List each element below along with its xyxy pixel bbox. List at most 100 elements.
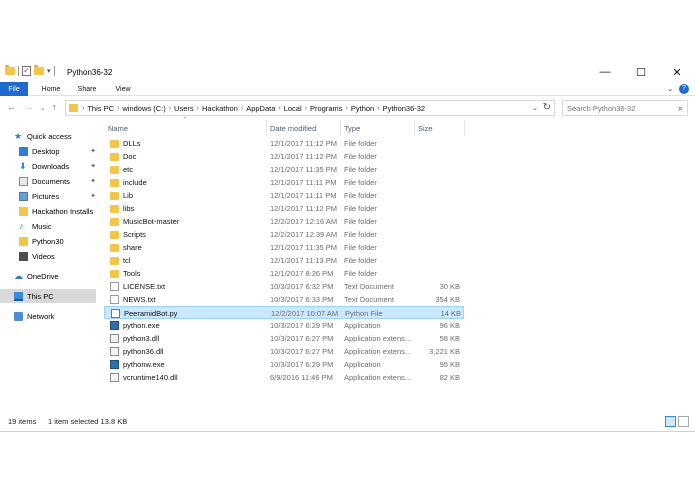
file-name: python3.dll	[123, 334, 160, 343]
file-row[interactable]: PeeramidBot.py 12/2/2017 10:07 AM Python F…	[104, 306, 464, 319]
pin-icon[interactable]: ✦	[90, 192, 96, 200]
sidebar-item-videos[interactable]: Videos	[19, 249, 96, 263]
dll-file-icon	[110, 347, 119, 356]
customize-toolbar-icon[interactable]: ▾	[47, 67, 51, 75]
large-icons-view-icon[interactable]	[678, 416, 689, 427]
properties-icon[interactable]: ✓	[22, 66, 31, 76]
breadcrumb-python[interactable]: Python	[351, 104, 374, 113]
file-row[interactable]: share 12/1/2017 11:35 PM File folder	[104, 241, 464, 254]
breadcrumb-local[interactable]: Local	[284, 104, 302, 113]
expand-ribbon-icon[interactable]: ⌄	[667, 85, 673, 93]
details-view-icon[interactable]	[665, 416, 676, 427]
column-header-date[interactable]: Date modified	[270, 120, 340, 136]
file-row[interactable]: python3.dll 10/3/2017 6:27 PM Application …	[104, 332, 464, 345]
recent-locations-icon[interactable]: ⌄	[40, 104, 46, 112]
tab-view[interactable]: View	[106, 82, 140, 96]
sidebar-item-desktop[interactable]: Desktop ✦	[19, 144, 96, 158]
file-row[interactable]: python.exe 10/3/2017 6:29 PM Application 96…	[104, 319, 464, 332]
maximize-button[interactable]: ☐	[623, 62, 659, 82]
file-row[interactable]: Scripts 12/2/2017 12:39 AM File folder	[104, 228, 464, 241]
tab-home[interactable]: Home	[34, 82, 68, 96]
file-row[interactable]: libs 12/1/2017 11:12 PM File folder	[104, 202, 464, 215]
sidebar-item-python30[interactable]: Python30	[19, 234, 96, 248]
file-date: 10/3/2017 6:29 PM	[270, 321, 334, 330]
file-row[interactable]: etc 12/1/2017 11:35 PM File folder	[104, 163, 464, 176]
file-row[interactable]: pythonw.exe 10/3/2017 6:29 PM Application 9…	[104, 358, 464, 371]
chevron-right-icon[interactable]: ›	[305, 105, 307, 112]
chevron-right-icon[interactable]: ›	[117, 105, 119, 112]
new-folder-icon[interactable]	[34, 65, 44, 75]
breadcrumb-appdata[interactable]: AppData	[246, 104, 275, 113]
file-row[interactable]: MusicBot-master 12/2/2017 12:16 AM File fo…	[104, 215, 464, 228]
sidebar-item-this-pc[interactable]: This PC	[0, 289, 96, 303]
chevron-right-icon[interactable]: ›	[377, 105, 379, 112]
file-name: Lib	[123, 191, 134, 200]
file-type: Application extens...	[344, 373, 412, 382]
sidebar-item-pictures[interactable]: Pictures ✦	[19, 189, 96, 203]
file-date: 12/2/2017 12:39 AM	[270, 230, 338, 239]
file-row[interactable]: DLLs 12/1/2017 11:12 PM File folder	[104, 137, 464, 150]
file-name: vcruntime140.dll	[123, 373, 178, 382]
search-icon[interactable]: ⌕	[678, 103, 683, 114]
file-row[interactable]: python36.dll 10/3/2017 6:27 PM Application…	[104, 345, 464, 358]
file-row[interactable]: Lib 12/1/2017 11:11 PM File folder	[104, 189, 464, 202]
sidebar-item-music[interactable]: ♪ Music	[19, 219, 96, 233]
sidebar-item-documents[interactable]: Documents ✦	[19, 174, 96, 188]
back-arrow-icon[interactable]: ←	[7, 102, 16, 112]
breadcrumb-this-pc[interactable]: This PC	[87, 104, 114, 113]
text-file-icon	[110, 282, 119, 291]
refresh-icon[interactable]: ↻	[543, 102, 551, 113]
breadcrumb-python36-32[interactable]: Python36-32	[383, 104, 426, 113]
folder-icon	[110, 140, 119, 148]
chevron-right-icon[interactable]: ›	[197, 105, 199, 112]
file-size	[418, 241, 460, 254]
pin-icon[interactable]: ✦	[90, 147, 96, 155]
file-row[interactable]: Tools 12/1/2017 8:26 PM File folder	[104, 267, 464, 280]
python-exe-icon	[110, 360, 119, 369]
sidebar-item-network[interactable]: Network	[14, 309, 96, 323]
tab-share[interactable]: Share	[70, 82, 104, 96]
breadcrumb-windows-c[interactable]: windows (C:)	[122, 104, 165, 113]
file-row[interactable]: vcruntime140.dll 6/9/2016 11:46 PM Applica…	[104, 371, 464, 384]
sidebar-item-onedrive[interactable]: ☁ OneDrive	[14, 269, 96, 283]
column-divider[interactable]	[414, 120, 415, 136]
close-button[interactable]: ✕	[659, 62, 695, 82]
column-header-size[interactable]: Size	[418, 120, 464, 136]
help-icon[interactable]: ?	[679, 84, 689, 94]
file-row[interactable]: tcl 12/1/2017 11:13 PM File folder	[104, 254, 464, 267]
file-row[interactable]: NEWS.txt 10/3/2017 6:33 PM Text Document 35…	[104, 293, 464, 306]
pin-icon[interactable]: ✦	[90, 162, 96, 170]
file-row[interactable]: LICENSE.txt 10/3/2017 6:32 PM Text Documen…	[104, 280, 464, 293]
file-type: File folder	[344, 243, 377, 252]
address-bar[interactable]: › This PC › windows (C:) › Users › Hacka…	[65, 100, 555, 116]
chevron-right-icon[interactable]: ›	[346, 105, 348, 112]
sidebar-item-label: Hackathon Installs	[32, 206, 94, 216]
column-divider[interactable]	[464, 120, 465, 136]
file-row[interactable]: Doc 12/1/2017 11:12 PM File folder	[104, 150, 464, 163]
column-divider[interactable]	[266, 120, 267, 136]
sidebar-item-hackathon-installs[interactable]: Hackathon Installs	[19, 204, 99, 218]
column-header-type[interactable]: Type	[344, 120, 414, 136]
column-divider[interactable]	[340, 120, 341, 136]
sidebar-item-quick-access[interactable]: ★ Quick access	[14, 129, 96, 143]
file-type: Application extens...	[344, 334, 412, 343]
chevron-right-icon[interactable]: ›	[169, 105, 171, 112]
file-row[interactable]: include 12/1/2017 11:11 PM File folder	[104, 176, 464, 189]
chevron-right-icon[interactable]: ›	[241, 105, 243, 112]
documents-icon	[19, 176, 28, 186]
pin-icon[interactable]: ✦	[90, 177, 96, 185]
up-arrow-icon[interactable]: ↑	[52, 102, 57, 112]
address-dropdown-icon[interactable]: ⌄	[532, 104, 538, 112]
column-header-name[interactable]: Name	[108, 120, 266, 136]
folder-icon	[110, 231, 119, 239]
minimize-button[interactable]: —	[587, 62, 623, 82]
chevron-right-icon[interactable]: ›	[278, 105, 280, 112]
tab-file[interactable]: File	[0, 82, 28, 96]
breadcrumb-programs[interactable]: Programs	[310, 104, 343, 113]
forward-arrow-icon[interactable]: →	[24, 102, 33, 112]
breadcrumb-hackathon[interactable]: Hackathon	[202, 104, 238, 113]
search-input[interactable]	[567, 103, 673, 114]
sidebar-item-downloads[interactable]: ⬇ Downloads ✦	[19, 159, 96, 173]
file-size	[418, 228, 460, 241]
breadcrumb-users[interactable]: Users	[174, 104, 194, 113]
